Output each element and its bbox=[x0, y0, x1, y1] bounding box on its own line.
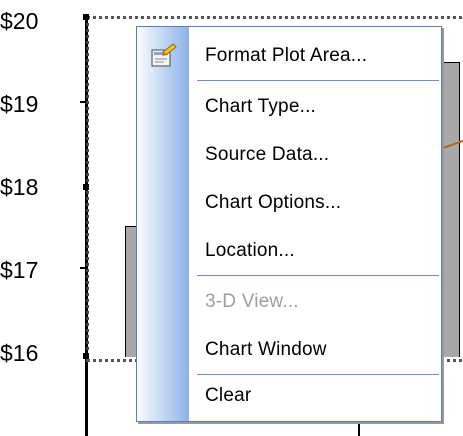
trend-line bbox=[440, 140, 463, 150]
menu-item-chart-type[interactable]: Chart Type... bbox=[137, 83, 441, 131]
menu-item-3d-view: 3-D View... bbox=[137, 278, 441, 326]
format-plot-area-icon bbox=[151, 43, 177, 67]
chart-bar[interactable] bbox=[440, 62, 460, 357]
category-axis-tick bbox=[358, 420, 360, 436]
menu-item-chart-options[interactable]: Chart Options... bbox=[137, 179, 441, 227]
y-tick-label: $16 bbox=[0, 340, 39, 366]
menu-item-chart-window[interactable]: Chart Window bbox=[137, 326, 441, 374]
menu-item-label: Chart Options... bbox=[205, 192, 342, 213]
menu-item-label: Chart Type... bbox=[205, 96, 317, 117]
y-tick-label: $17 bbox=[0, 257, 39, 283]
menu-item-label: Clear bbox=[205, 385, 252, 406]
menu-item-format-plot-area[interactable]: Format Plot Area... bbox=[137, 32, 441, 80]
y-tick-label: $20 bbox=[0, 8, 39, 34]
menu-item-label: Format Plot Area... bbox=[205, 45, 368, 66]
menu-item-location[interactable]: Location... bbox=[137, 227, 441, 275]
menu-item-source-data[interactable]: Source Data... bbox=[137, 131, 441, 179]
menu-item-label: Source Data... bbox=[205, 144, 330, 165]
selection-handle[interactable] bbox=[83, 353, 89, 359]
menu-item-label: Chart Window bbox=[205, 339, 327, 360]
menu-separator bbox=[197, 275, 439, 276]
selection-handle[interactable] bbox=[83, 14, 89, 20]
y-tick-label: $18 bbox=[0, 174, 39, 200]
y-tick-label: $19 bbox=[0, 91, 39, 117]
menu-separator bbox=[197, 80, 439, 81]
menu-item-clear[interactable]: Clear bbox=[137, 372, 441, 420]
menu-item-label: 3-D View... bbox=[205, 291, 299, 312]
context-menu: Format Plot Area... Chart Type... Source… bbox=[136, 26, 442, 422]
menu-item-label: Location... bbox=[205, 240, 295, 261]
selection-handle[interactable] bbox=[83, 184, 89, 190]
